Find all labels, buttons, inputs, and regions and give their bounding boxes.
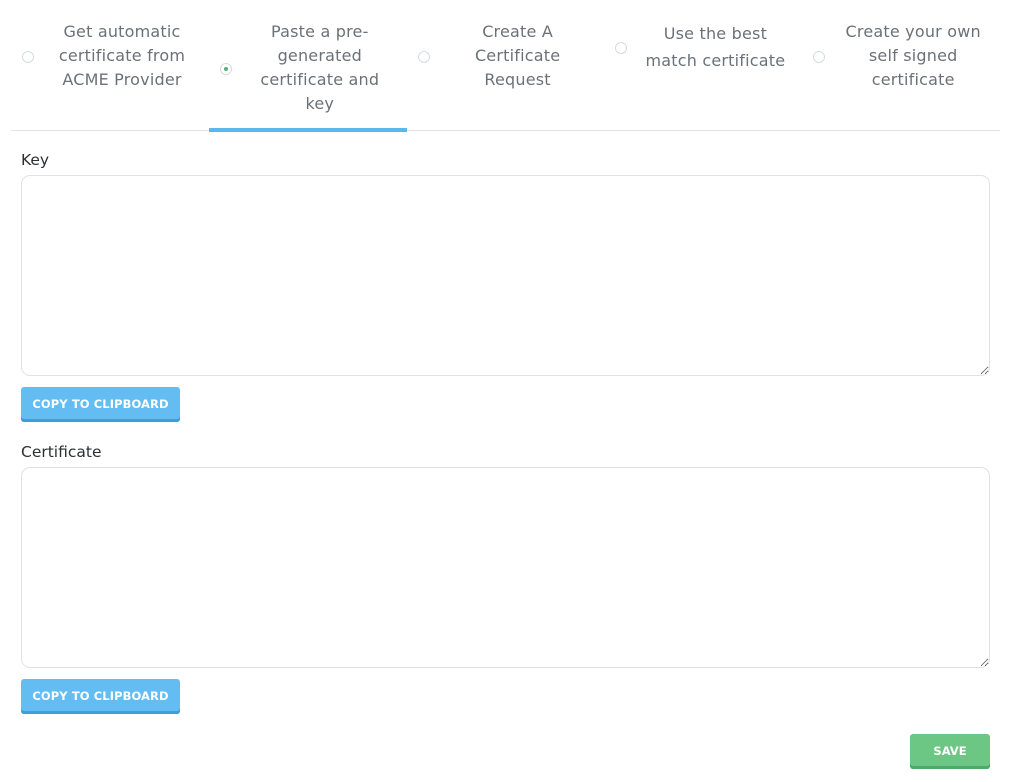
tab-label-best-match: Use the best match certificate [645,24,786,70]
tab-best-match[interactable]: Use the best match certificate [604,0,802,130]
radio-paste-certificate[interactable] [219,63,232,75]
tab-label-paste-certificate: Paste a pre- generated certificate and k… [260,22,380,113]
certificate-source-tabs: Get automatic certificate from ACME Prov… [11,0,1000,132]
copy-key-button[interactable]: COPY TO CLIPBOARD [21,387,180,422]
certificate-label: Certificate [21,443,102,461]
tab-label-acme-provider: Get automatic certificate from ACME Prov… [58,22,186,89]
radio-acme-provider[interactable] [22,51,34,63]
certificate-textarea[interactable] [21,467,990,668]
tab-label-certificate-request: Create A Certificate Request [474,22,561,89]
radio-best-match[interactable] [615,42,628,54]
tab-self-signed[interactable]: Create your own self signed certificate [802,0,1000,130]
key-label: Key [21,151,50,169]
certificate-settings-page: Get automatic certificate from ACME Prov… [0,0,1012,782]
tab-certificate-request[interactable]: Create A Certificate Request [407,0,605,130]
tab-label-self-signed: Create your own self signed certificate [845,22,981,89]
tab-paste-certificate[interactable]: Paste a pre- generated certificate and k… [208,0,407,132]
save-button[interactable]: SAVE [910,734,990,769]
radio-self-signed[interactable] [813,51,826,63]
tab-acme-provider[interactable]: Get automatic certificate from ACME Prov… [11,0,209,130]
radio-certificate-request[interactable] [417,51,430,63]
copy-certificate-button[interactable]: COPY TO CLIPBOARD [21,679,180,714]
key-textarea[interactable] [21,175,990,376]
